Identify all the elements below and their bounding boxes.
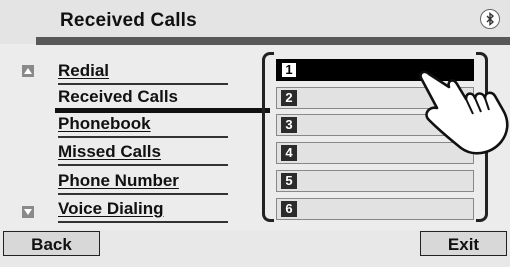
bluetooth-icon — [480, 9, 500, 29]
call-slot-5[interactable]: 5 — [276, 170, 474, 192]
menu-item-redial[interactable]: Redial — [48, 60, 228, 85]
menu-item-underline — [58, 193, 228, 195]
call-slot-6[interactable]: 6 — [276, 198, 474, 220]
menu-item-underline — [58, 221, 228, 223]
triangle-down-icon[interactable] — [22, 206, 34, 218]
menu-item-underline — [58, 164, 228, 166]
hand-pointer-icon — [419, 70, 509, 155]
menu-item-label: Received Calls — [58, 87, 179, 106]
menu-item-label: Missed Calls — [58, 142, 161, 161]
menu-item-label: Phone Number — [58, 171, 179, 190]
menu-item-label: Redial — [58, 61, 110, 80]
title-bar: Received Calls — [0, 0, 510, 45]
slot-number: 5 — [281, 173, 297, 189]
phone-screen: Received Calls Redial Received Calls Pho… — [0, 0, 510, 267]
menu-item-label: Voice Dialing — [58, 199, 164, 218]
menu-item-label: Phonebook — [58, 114, 151, 133]
menu-item-underline — [58, 136, 228, 138]
slot-number: 4 — [281, 145, 297, 161]
list-bracket-left — [262, 52, 274, 222]
menu-item-voice-dialing[interactable]: Voice Dialing — [48, 198, 228, 223]
triangle-up-icon[interactable] — [22, 65, 34, 77]
menu-item-phone-number[interactable]: Phone Number — [48, 170, 228, 195]
exit-button[interactable]: Exit — [420, 231, 507, 256]
title-underline — [36, 37, 510, 45]
slot-number: 2 — [281, 90, 297, 106]
slot-number: 6 — [281, 201, 297, 217]
menu-item-missed-calls[interactable]: Missed Calls — [48, 141, 228, 166]
page-title: Received Calls — [60, 10, 197, 31]
menu-item-phonebook[interactable]: Phonebook — [48, 113, 228, 138]
menu-item-received-calls[interactable]: Received Calls — [48, 86, 228, 110]
slot-number: 3 — [281, 117, 297, 133]
slot-number: 1 — [281, 62, 297, 78]
menu-item-underline — [58, 83, 228, 85]
back-button[interactable]: Back — [3, 231, 100, 256]
